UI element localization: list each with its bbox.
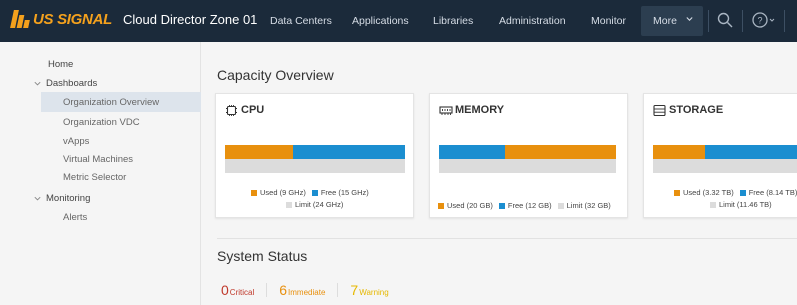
nav-separator: [708, 10, 709, 32]
status-warning[interactable]: 7 Warning: [350, 282, 388, 298]
nav-libraries[interactable]: Libraries: [433, 15, 473, 27]
nav-monitor[interactable]: Monitor: [591, 15, 626, 27]
status-critical[interactable]: 0 Critical: [221, 282, 254, 298]
nav-separator: [742, 10, 743, 32]
legend-used: Used (3.32 TB): [674, 188, 734, 197]
status-immediate-label: Immediate: [288, 288, 326, 297]
sidebar-group-dashboards[interactable]: Dashboards: [46, 78, 97, 89]
nav-more-label: More: [653, 15, 677, 27]
legend-used: Used (9 GHz): [251, 188, 306, 197]
logo-mark-icon: [10, 10, 30, 28]
storage-card: STORAGE Used (3.32 TB) Free (8.14 TB) Li…: [643, 93, 797, 218]
us-signal-logo[interactable]: US SIGNAL: [10, 10, 112, 28]
status-critical-label: Critical: [229, 288, 255, 297]
sidebar-item-metric-selector[interactable]: Metric Selector: [63, 172, 126, 183]
storage-icon: [653, 104, 666, 117]
legend-used-label: Used (20 GB): [447, 201, 493, 210]
sidebar-item-alerts[interactable]: Alerts: [63, 212, 87, 223]
memory-used-segment: [505, 145, 616, 159]
legend-limit: Limit (32 GB): [557, 201, 611, 210]
system-status-title: System Status: [217, 248, 308, 264]
cpu-used-segment: [225, 145, 293, 159]
svg-text:?: ?: [757, 16, 762, 26]
legend-free-label: Free (8.14 TB): [748, 188, 797, 197]
storage-free-segment: [705, 145, 797, 159]
legend-free: Free (8.14 TB): [739, 188, 797, 197]
memory-usage-bar: [439, 145, 616, 173]
memory-icon: [439, 106, 453, 115]
storage-legend-row-1: Used (3.32 TB) Free (8.14 TB): [674, 188, 797, 197]
legend-limit: Limit (24 GHz): [286, 200, 343, 209]
status-warning-label: Warning: [359, 288, 389, 297]
sidebar-group-monitoring[interactable]: Monitoring: [46, 193, 90, 204]
storage-card-title: STORAGE: [669, 104, 724, 116]
cpu-legend-row-1: Used (9 GHz) Free (15 GHz): [251, 188, 375, 197]
cpu-legend-row-2: Limit (24 GHz): [286, 200, 349, 209]
sidebar: Home Dashboards Organization Overview Or…: [0, 42, 201, 305]
status-separator: [337, 283, 339, 297]
cpu-card-title: CPU: [241, 104, 265, 116]
storage-legend-row-2: Limit (11.46 TB): [710, 200, 778, 209]
chevron-down-icon: [686, 17, 693, 21]
memory-card: MEMORY Used (20 GB) Free (12 GB) Limit (…: [429, 93, 628, 218]
legend-limit-label: Limit (24 GHz): [295, 200, 344, 209]
memory-free-segment: [439, 145, 506, 159]
top-navigation-bar: US SIGNAL Cloud Director Zone 01 Data Ce…: [0, 0, 797, 42]
nav-administration[interactable]: Administration: [499, 15, 566, 27]
legend-used-label: Used (9 GHz): [260, 188, 306, 197]
capacity-overview-title: Capacity Overview: [217, 67, 334, 83]
sidebar-item-organization-vdc[interactable]: Organization VDC: [63, 117, 140, 128]
sidebar-item-home[interactable]: Home: [48, 59, 73, 70]
legend-limit-label: Limit (32 GB): [566, 201, 611, 210]
legend-limit-label: Limit (11.46 TB): [719, 200, 772, 209]
help-icon[interactable]: ?: [751, 11, 777, 29]
legend-used: Used (20 GB): [438, 201, 493, 210]
sidebar-item-virtual-machines[interactable]: Virtual Machines: [63, 154, 133, 165]
status-warning-count: 7: [350, 282, 359, 298]
legend-free-label: Free (12 GB): [507, 201, 552, 210]
main-content: Capacity Overview CPU Used (9 GHz) Free …: [201, 42, 797, 305]
cpu-usage-bar: [225, 145, 405, 173]
legend-free: Free (12 GB): [498, 201, 552, 210]
cpu-free-segment: [292, 145, 405, 159]
memory-card-title: MEMORY: [455, 104, 505, 116]
search-icon[interactable]: [716, 11, 734, 29]
cpu-card: CPU Used (9 GHz) Free (15 GHz) Limit (24…: [215, 93, 414, 218]
storage-usage-bar: [653, 145, 797, 173]
chevron-down-icon[interactable]: [33, 79, 42, 88]
system-status-counts: 0 Critical 6 Immediate 7 Warning: [221, 282, 389, 298]
status-immediate[interactable]: 6 Immediate: [279, 282, 325, 298]
status-immediate-count: 6: [279, 282, 288, 298]
status-separator: [266, 283, 268, 297]
legend-limit: Limit (11.46 TB): [710, 200, 772, 209]
section-divider: [217, 238, 797, 239]
nav-more-dropdown[interactable]: More: [641, 6, 703, 36]
cpu-icon: [226, 105, 237, 116]
chevron-down-icon[interactable]: [33, 194, 42, 203]
nav-applications[interactable]: Applications: [352, 15, 409, 27]
memory-legend-row: Used (20 GB) Free (12 GB) Limit (32 GB): [438, 201, 617, 210]
legend-used-label: Used (3.32 TB): [683, 188, 734, 197]
storage-used-segment: [653, 145, 706, 159]
nav-data-centers[interactable]: Data Centers: [270, 15, 332, 27]
logo-text: US SIGNAL: [33, 10, 112, 28]
app-title: Cloud Director Zone 01: [123, 12, 258, 27]
legend-free: Free (15 GHz): [311, 188, 369, 197]
sidebar-item-organization-overview[interactable]: Organization Overview: [63, 97, 159, 108]
nav-separator: [784, 10, 785, 32]
legend-free-label: Free (15 GHz): [320, 188, 369, 197]
status-critical-count: 0: [221, 282, 229, 298]
sidebar-item-vapps[interactable]: vApps: [63, 136, 89, 147]
